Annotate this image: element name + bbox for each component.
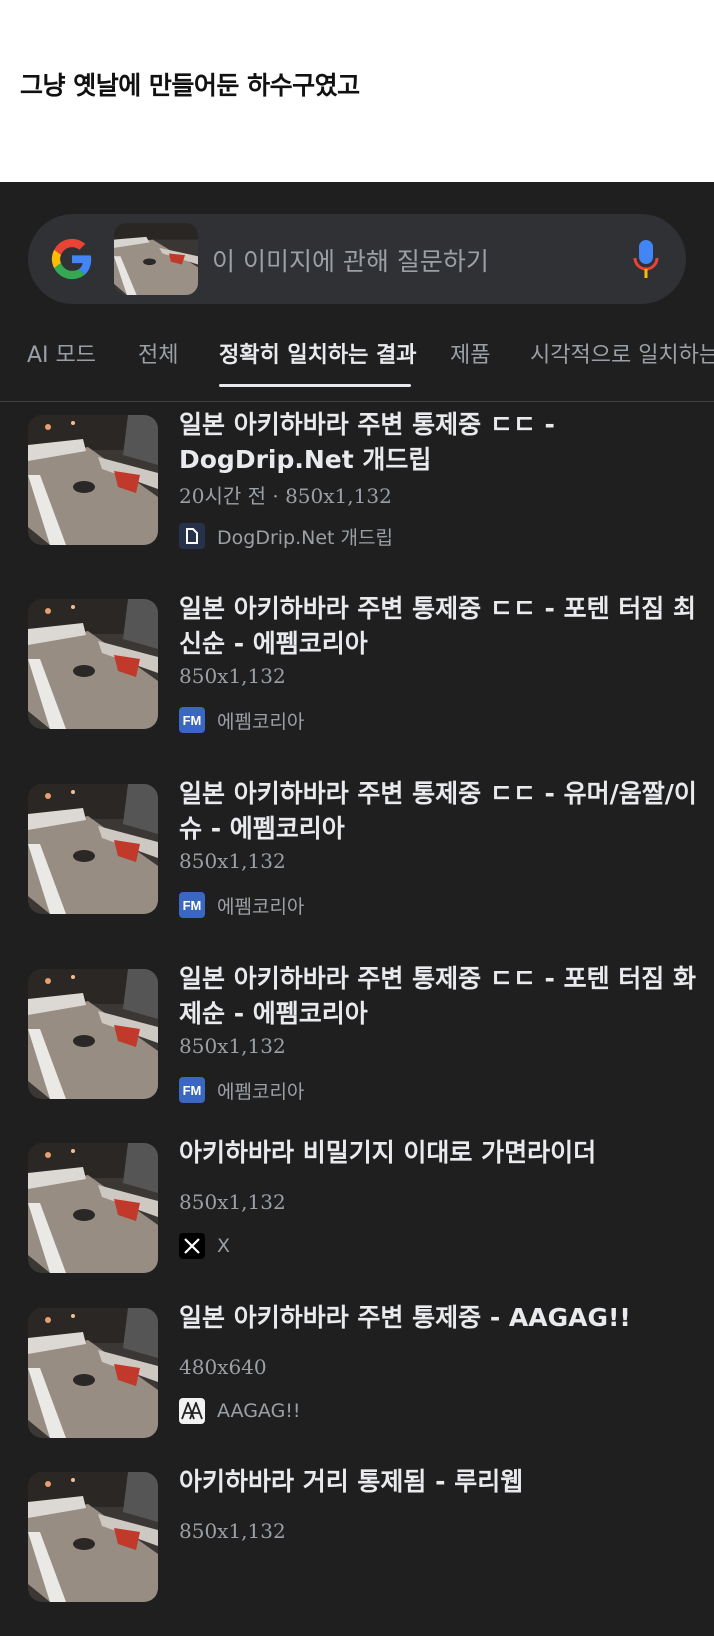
result-thumbnail[interactable] (28, 1143, 158, 1273)
result-title[interactable]: 일본 아키하바라 주변 통제중 ㄷㄷ - 포텐 터짐 화제순 - 에펨코리아 (179, 961, 699, 1031)
result-meta: 850x1,132 (179, 1519, 286, 1543)
microphone-icon[interactable] (632, 238, 660, 280)
result-thumbnail[interactable] (28, 969, 158, 1099)
result-title[interactable]: 아키하바라 비밀기지 이대로 가면라이더 (179, 1135, 699, 1170)
tab-ai-mode[interactable]: AI 모드 (27, 337, 96, 369)
result-source[interactable]: FM 에펨코리아 (179, 1076, 304, 1104)
tab-products[interactable]: 제품 (450, 337, 490, 369)
fmkorea-logo-icon: FM (179, 1077, 205, 1103)
result-thumbnail[interactable] (28, 1308, 158, 1438)
result-thumbnail[interactable] (28, 784, 158, 914)
search-placeholder[interactable]: 이 이미지에 관해 질문하기 (212, 242, 489, 278)
tabs-divider (0, 401, 714, 402)
result-title[interactable]: 일본 아키하바라 주변 통제중 ㄷㄷ - 포텐 터짐 최신순 - 에펨코리아 (179, 591, 699, 661)
tab-all[interactable]: 전체 (138, 337, 178, 369)
post-caption: 그냥 옛날에 만들어둔 하수구였고 (20, 71, 360, 100)
document-icon (179, 523, 205, 549)
result-thumbnail[interactable] (28, 415, 158, 545)
result-meta: 20시간 전 · 850x1,132 (179, 484, 392, 508)
result-source-name: 에펨코리아 (217, 710, 305, 733)
result-title[interactable]: 아키하바라 거리 통제됨 - 루리웹 (179, 1464, 699, 1499)
tab-visual-matches[interactable]: 시각적으로 일치하는 (530, 337, 714, 369)
result-meta: 850x1,132 (179, 664, 286, 688)
result-source[interactable]: AAGAG!! (179, 1397, 301, 1425)
result-title[interactable]: 일본 아키하바라 주변 통제중 ㄷㄷ - DogDrip.Net 개드립 (179, 407, 699, 477)
aagag-logo-icon (179, 1398, 205, 1424)
result-source-name: AAGAG!! (217, 1400, 301, 1422)
result-thumbnail[interactable] (28, 599, 158, 729)
result-meta: 850x1,132 (179, 849, 286, 873)
google-lens-results-screen: 이 이미지에 관해 질문하기 AI 모드 전체 정확히 일치하는 결과 제품 시… (0, 182, 714, 1636)
result-source[interactable]: FM 에펨코리아 (179, 706, 304, 734)
query-image-thumbnail[interactable] (114, 223, 198, 295)
tab-exact-matches[interactable]: 정확히 일치하는 결과 (219, 337, 416, 369)
result-title[interactable]: 일본 아키하바라 주변 통제중 ㄷㄷ - 유머/움짤/이슈 - 에펨코리아 (179, 776, 699, 846)
x-logo-icon (179, 1233, 205, 1259)
google-g-icon[interactable] (50, 237, 94, 281)
fmkorea-logo-icon: FM (179, 892, 205, 918)
result-meta: 480x640 (179, 1355, 267, 1379)
result-thumbnail[interactable] (28, 1472, 158, 1602)
active-tab-indicator (219, 384, 411, 387)
result-title[interactable]: 일본 아키하바라 주변 통제중 - AAGAG!! (179, 1300, 699, 1335)
result-source[interactable]: DogDrip.Net 개드립 (179, 522, 393, 550)
result-source-name: 에펨코리아 (217, 1080, 305, 1103)
result-source[interactable]: X (179, 1232, 230, 1260)
result-source-name: DogDrip.Net 개드립 (217, 526, 393, 549)
result-source-name: X (217, 1235, 231, 1257)
search-bar[interactable]: 이 이미지에 관해 질문하기 (28, 214, 686, 304)
result-source-name: 에펨코리아 (217, 895, 305, 918)
result-meta: 850x1,132 (179, 1034, 286, 1058)
result-meta: 850x1,132 (179, 1190, 286, 1214)
filter-tabs: AI 모드 전체 정확히 일치하는 결과 제품 시각적으로 일치하는 (0, 337, 714, 387)
fmkorea-logo-icon: FM (179, 707, 205, 733)
result-source[interactable]: FM 에펨코리아 (179, 891, 304, 919)
